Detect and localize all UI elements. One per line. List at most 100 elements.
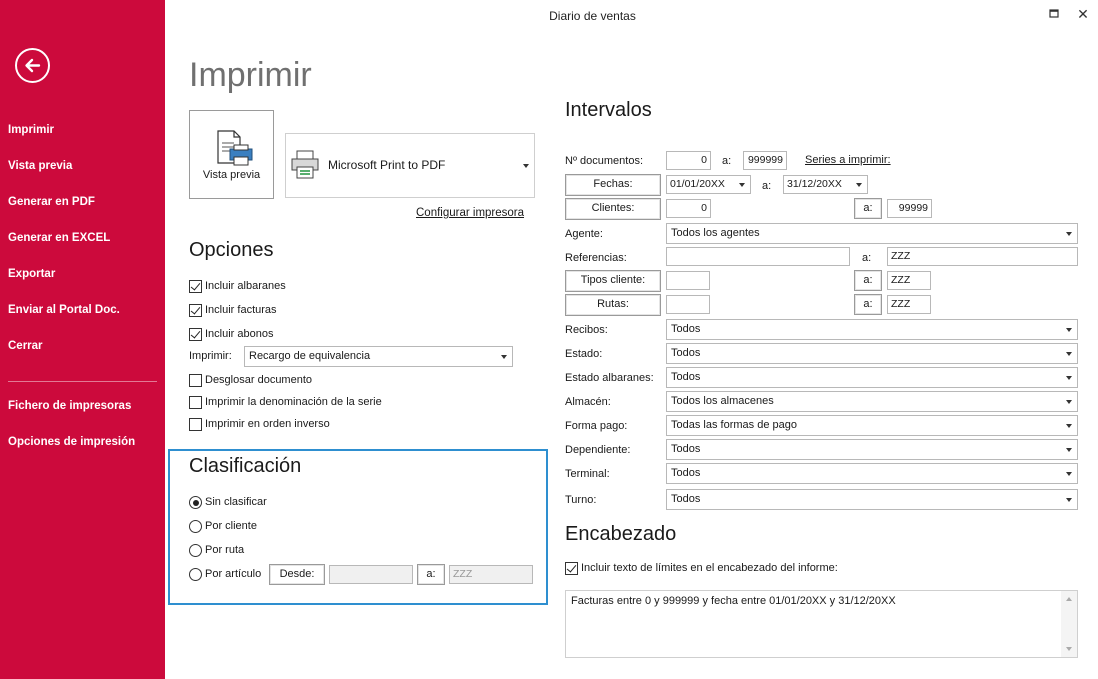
sidebar: Imprimir Vista previa Generar en PDF Gen…	[0, 0, 165, 679]
references-to-input[interactable]: ZZZ	[887, 247, 1078, 266]
routes-to-button[interactable]: a:	[854, 294, 882, 315]
clerk-select[interactable]: Todos	[666, 439, 1078, 460]
delivery-state-select[interactable]: Todos	[666, 367, 1078, 388]
state-value: Todos	[671, 347, 701, 359]
maximize-button[interactable]	[1047, 8, 1061, 20]
printer-name: Microsoft Print to PDF	[328, 158, 446, 172]
sidebar-item-enviar-portal[interactable]: Enviar al Portal Doc.	[8, 304, 120, 316]
por-ruta-radio[interactable]	[189, 544, 202, 557]
sidebar-item-vista-previa[interactable]: Vista previa	[8, 160, 72, 172]
sidebar-item-cerrar[interactable]: Cerrar	[8, 340, 43, 352]
terminal-label: Terminal:	[565, 468, 610, 480]
chevron-up-icon[interactable]	[1066, 597, 1072, 601]
sidebar-item-generar-pdf[interactable]: Generar en PDF	[8, 196, 95, 208]
clerk-label: Dependiente:	[565, 444, 631, 456]
header-section-title: Encabezado	[565, 523, 677, 545]
date-to-label: a:	[762, 180, 772, 192]
chevron-down-icon[interactable]	[1066, 647, 1072, 651]
warehouse-value: Todos los almacenes	[671, 395, 774, 407]
series-link[interactable]: Series a imprimir:	[805, 154, 891, 166]
clerk-value: Todos	[671, 443, 701, 455]
date-from-picker[interactable]: 01/01/20XX	[666, 175, 751, 194]
receipts-select[interactable]: Todos	[666, 319, 1078, 340]
receipts-value: Todos	[671, 323, 701, 335]
routes-to-input[interactable]: ZZZ	[887, 295, 931, 314]
client-types-from-input[interactable]	[666, 271, 710, 290]
por-articulo-radio[interactable]	[189, 568, 202, 581]
delivery-state-label: Estado albaranes:	[565, 372, 654, 384]
chevron-down-icon	[739, 183, 745, 187]
client-types-button[interactable]: Tipos cliente:	[565, 270, 661, 292]
chevron-down-icon	[1066, 232, 1072, 236]
chevron-down-icon	[1066, 424, 1072, 428]
dates-button[interactable]: Fechas:	[565, 174, 661, 196]
client-to-button[interactable]: a:	[854, 198, 882, 219]
close-icon: ✕	[1077, 6, 1089, 22]
routes-from-input[interactable]	[666, 295, 710, 314]
close-button[interactable]: ✕	[1074, 5, 1092, 23]
preview-button[interactable]: Vista previa	[189, 110, 274, 199]
header-textarea[interactable]: Facturas entre 0 y 999999 y fecha entre …	[565, 590, 1078, 658]
include-limits-checkbox[interactable]	[565, 562, 578, 575]
header-text-value: Facturas entre 0 y 999999 y fecha entre …	[571, 595, 896, 607]
article-from-input[interactable]	[329, 565, 413, 584]
client-to-input[interactable]: 99999	[887, 199, 932, 218]
configure-printer-link[interactable]: Configurar impresora	[416, 207, 524, 219]
state-select[interactable]: Todos	[666, 343, 1078, 364]
payment-select[interactable]: Todas las formas de pago	[666, 415, 1078, 436]
por-ruta-label: Por ruta	[205, 544, 245, 556]
reverse-order-label: Imprimir en orden inverso	[205, 418, 330, 430]
reverse-order-checkbox[interactable]	[189, 418, 202, 431]
series-name-checkbox[interactable]	[189, 396, 202, 409]
sidebar-item-opciones-impresion[interactable]: Opciones de impresión	[8, 436, 135, 448]
payment-value: Todas las formas de pago	[671, 419, 797, 431]
include-albaranes-checkbox[interactable]	[189, 280, 202, 293]
sidebar-item-exportar[interactable]: Exportar	[8, 268, 55, 280]
chevron-down-icon	[501, 355, 507, 359]
article-from-button[interactable]: Desde:	[269, 564, 325, 585]
agent-select[interactable]: Todos los agentes	[666, 223, 1078, 244]
routes-button[interactable]: Rutas:	[565, 294, 661, 316]
doc-from-input[interactable]: 0	[666, 151, 711, 170]
printer-select[interactable]: Microsoft Print to PDF	[285, 133, 535, 198]
por-articulo-label: Por artículo	[205, 568, 262, 580]
sin-clasificar-radio[interactable]	[189, 496, 202, 509]
sidebar-item-fichero-impresoras[interactable]: Fichero de impresoras	[8, 400, 131, 412]
include-facturas-label: Incluir facturas	[205, 304, 277, 316]
back-button[interactable]	[15, 48, 50, 83]
include-abonos-checkbox[interactable]	[189, 328, 202, 341]
article-to-button[interactable]: a:	[417, 564, 445, 585]
agent-value: Todos los agentes	[671, 227, 760, 239]
include-facturas-checkbox[interactable]	[189, 304, 202, 317]
print-mode-select[interactable]: Recargo de equivalencia	[244, 346, 513, 367]
delivery-state-value: Todos	[671, 371, 701, 383]
print-mode-value: Recargo de equivalencia	[249, 350, 371, 362]
chevron-down-icon	[1066, 448, 1072, 452]
chevron-down-icon	[856, 183, 862, 187]
references-label: Referencias:	[565, 252, 627, 264]
terminal-select[interactable]: Todos	[666, 463, 1078, 484]
shift-select[interactable]: Todos	[666, 489, 1078, 510]
client-from-input[interactable]: 0	[666, 199, 711, 218]
por-cliente-radio[interactable]	[189, 520, 202, 533]
sidebar-item-generar-excel[interactable]: Generar en EXCEL	[8, 232, 110, 244]
client-types-to-button[interactable]: a:	[854, 270, 882, 291]
arrow-left-icon	[25, 58, 41, 73]
state-label: Estado:	[565, 348, 603, 360]
page-title: Imprimir	[189, 56, 312, 94]
clients-button[interactable]: Clientes:	[565, 198, 661, 220]
header-textarea-scrollbar[interactable]	[1061, 591, 1077, 657]
chevron-down-icon	[1066, 400, 1072, 404]
client-types-to-input[interactable]: ZZZ	[887, 271, 931, 290]
breakdown-checkbox[interactable]	[189, 374, 202, 387]
date-from-value: 01/01/20XX	[670, 178, 725, 190]
sidebar-item-imprimir[interactable]: Imprimir	[8, 124, 54, 136]
warehouse-select[interactable]: Todos los almacenes	[666, 391, 1078, 412]
include-albaranes-label: Incluir albaranes	[205, 280, 286, 292]
doc-to-input[interactable]: 999999	[743, 151, 787, 170]
references-from-input[interactable]	[666, 247, 850, 266]
date-to-picker[interactable]: 31/12/20XX	[783, 175, 868, 194]
doc-number-label: Nº documentos:	[565, 155, 643, 167]
chevron-down-icon	[1066, 376, 1072, 380]
article-to-input[interactable]: ZZZ	[449, 565, 533, 584]
